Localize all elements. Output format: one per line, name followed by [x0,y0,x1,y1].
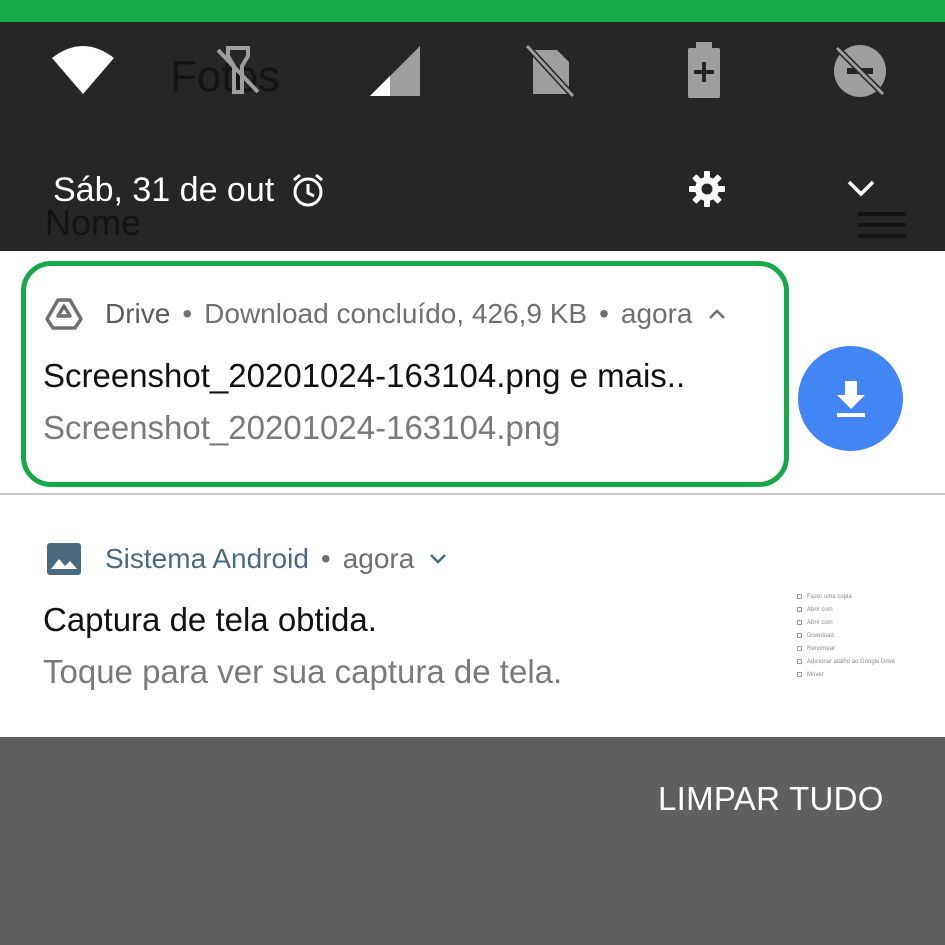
flashlight-off-icon[interactable] [210,42,266,98]
screenshot-thumbnail[interactable]: Fazer uma cópia Abrir com Abrir com Down… [797,590,895,705]
thumbnail-row: Adicionar atalho ao Google Drive [797,655,895,668]
thumbnail-row: Mover [797,668,887,681]
thumbnail-text: Adicionar atalho ao Google Drive [807,658,896,665]
date-label: Sáb, 31 de out [53,170,275,209]
notification-title: Captura de tela obtida. [43,601,377,638]
wifi-icon[interactable] [50,44,116,96]
do-not-disturb-off-icon[interactable] [831,42,889,100]
download-icon [836,380,865,417]
alarm-icon[interactable] [290,172,326,208]
thumbnail-text: Download [807,632,834,639]
thumbnail-row: Abrir com [797,603,887,616]
chevron-down-icon[interactable] [845,177,877,199]
battery-saver-icon[interactable] [684,40,724,102]
thumbnail-text: Abrir com [807,619,833,626]
status-bar-strip [0,0,945,22]
thumbnail-row: Download [797,629,887,642]
notification-header: Sistema Android • agora [45,541,448,577]
notification-app-name: Sistema Android [105,543,309,574]
image-icon [47,543,81,575]
thumbnail-row: Abrir com [797,616,887,629]
thumbnail-row: Fazer uma cópia [797,590,887,603]
thumbnail-text: Mover [807,671,824,678]
thumbnail-text: Abrir com [807,606,833,613]
highlight-outline [21,261,789,487]
gear-icon[interactable] [688,170,726,208]
thumbnail-row: Renomear [797,642,887,655]
thumbnail-text: Fazer uma cópia [807,593,852,600]
separator-dot: • [320,543,331,574]
quick-settings-panel: Fotos Nome Sáb, 31 de out [0,22,945,251]
notification-time: agora [342,543,415,574]
chevron-down-icon[interactable] [428,552,448,566]
no-sim-icon[interactable] [523,42,577,100]
signal-icon[interactable] [368,44,422,98]
notification-text: Toque para ver sua captura de tela. [43,653,563,690]
background-list-icon [858,212,906,238]
clear-all-button[interactable]: LIMPAR TUDO [658,780,884,818]
thumbnail-text: Renomear [807,645,836,652]
download-button[interactable] [798,346,903,451]
date-row[interactable]: Sáb, 31 de out [53,165,326,215]
